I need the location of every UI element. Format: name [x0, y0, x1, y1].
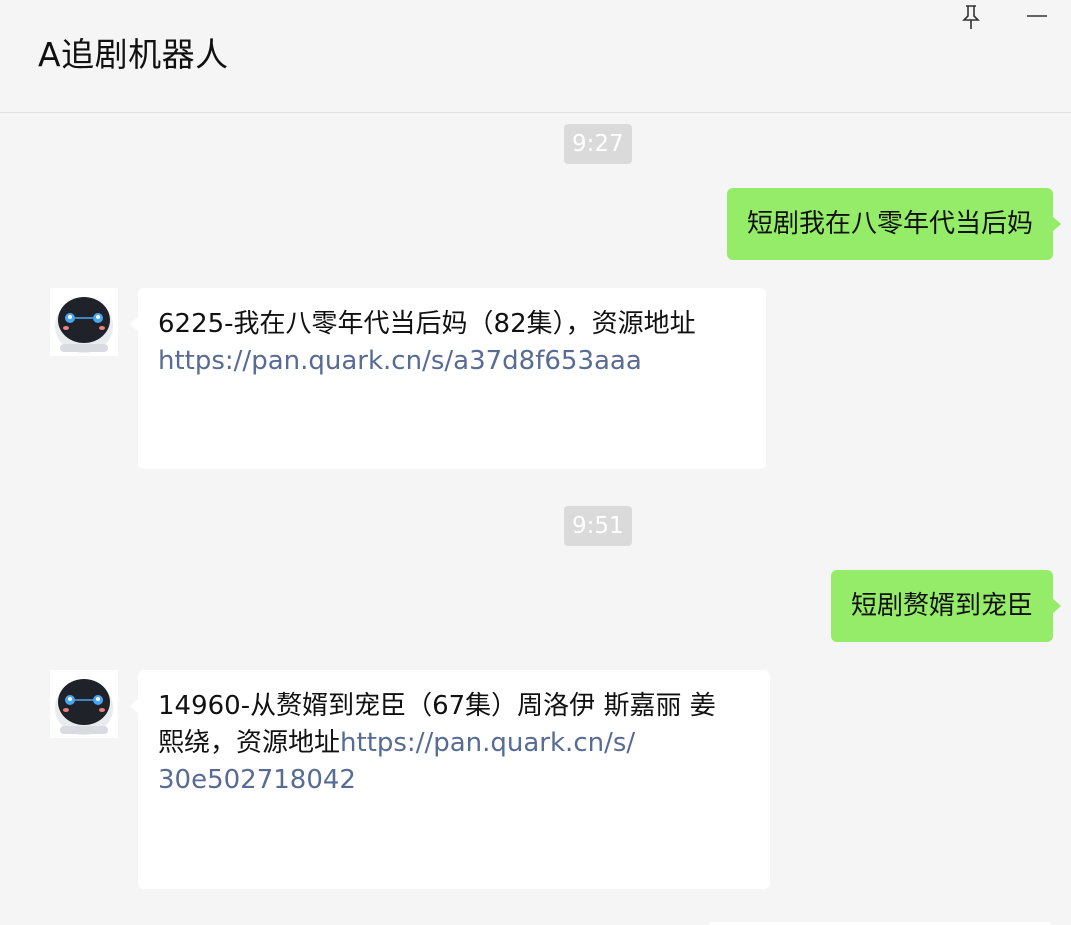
chat-title: A追剧机器人 [38, 35, 229, 74]
robot-avatar-icon [55, 297, 113, 353]
robot-avatar[interactable] [50, 288, 118, 356]
robot-avatar-icon [55, 679, 113, 735]
message-link[interactable]: https://pan.quark.cn/s/ [340, 728, 635, 758]
robot-avatar[interactable] [50, 670, 118, 738]
incoming-message[interactable]: 14960-从赘婿到宠臣（67集）周洛伊 斯嘉丽 姜 熙绕，资源地址https:… [130, 670, 770, 889]
message-text: 6225-我在八零年代当后妈（82集），资源地址 [158, 309, 696, 339]
timestamp: 9:27 [564, 124, 632, 164]
message-line: 熙绕，资源地址https://pan.quark.cn/s/ [158, 725, 750, 762]
incoming-message[interactable]: 6225-我在八零年代当后妈（82集），资源地址 https://pan.qua… [130, 288, 766, 469]
minimize-icon[interactable] [1024, 2, 1050, 32]
message-link[interactable]: 30e502718042 [158, 762, 750, 799]
pin-icon[interactable] [958, 2, 984, 32]
outgoing-message[interactable]: 短剧赘婿到宠臣 [830, 570, 1062, 642]
chat-header: A追剧机器人 [0, 0, 1071, 113]
timestamp: 9:51 [564, 506, 632, 546]
message-text: 熙绕，资源地址 [158, 728, 341, 758]
message-text: 14960-从赘婿到宠臣（67集）周洛伊 斯嘉丽 姜 [158, 691, 716, 721]
outgoing-message[interactable]: 短剧我在八零年代当后妈 [726, 188, 1062, 260]
message-link[interactable]: https://pan.quark.cn/s/a37d8f653aaa [158, 343, 746, 380]
